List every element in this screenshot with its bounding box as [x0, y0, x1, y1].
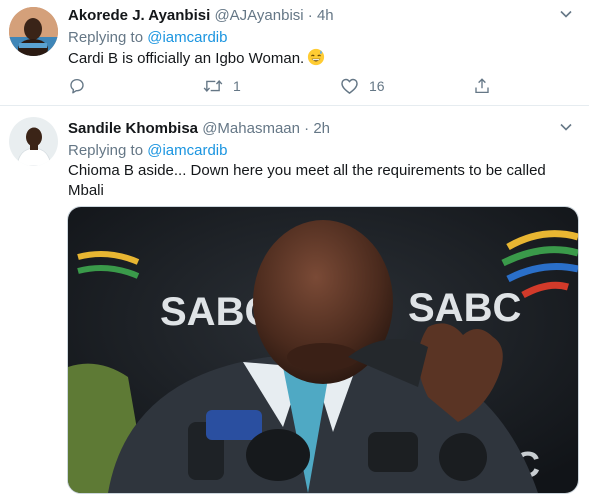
- tweet-text-line: Mbali: [68, 182, 104, 199]
- tweet-text-content: Cardi B is officially an Igbo Woman.: [68, 50, 305, 67]
- avatar[interactable]: [9, 7, 58, 56]
- tweet-text: Cardi B is officially an Igbo Woman.: [68, 48, 325, 69]
- share-icon: [475, 78, 489, 94]
- mention-link[interactable]: @iamcardib: [147, 142, 227, 159]
- tweet-media-image[interactable]: SABC SABC BC: [67, 206, 579, 494]
- sabc-logo-right: SABC: [408, 286, 521, 330]
- tweet-text-line: Chioma B aside... Down here you meet all…: [68, 162, 546, 179]
- reply-button[interactable]: [68, 75, 96, 97]
- user-handle[interactable]: @AJAyanbisi: [214, 7, 303, 24]
- display-name[interactable]: Akorede J. Ayanbisi: [68, 7, 210, 24]
- tweet-text: Chioma B aside... Down here you meet all…: [68, 161, 546, 201]
- chevron-down-icon[interactable]: [559, 7, 573, 21]
- retweet-button[interactable]: 1: [203, 75, 241, 97]
- timestamp[interactable]: 4h: [317, 7, 334, 24]
- replying-to: Replying to @iamcardib: [68, 29, 227, 46]
- tweet[interactable]: Akorede J. Ayanbisi @AJAyanbisi · 4h Rep…: [0, 0, 589, 106]
- replying-to: Replying to @iamcardib: [68, 142, 227, 159]
- mention-link[interactable]: @iamcardib: [147, 29, 227, 46]
- like-count: 16: [369, 78, 385, 94]
- separator-dot: ·: [307, 7, 313, 24]
- retweet-count: 1: [233, 78, 241, 94]
- like-button[interactable]: 16: [340, 75, 385, 97]
- replying-to-label: Replying to: [68, 29, 148, 46]
- user-handle[interactable]: @Mahasmaan: [202, 120, 300, 137]
- heart-icon: [341, 78, 358, 94]
- replying-to-label: Replying to: [68, 142, 148, 159]
- chevron-down-icon[interactable]: [559, 120, 573, 134]
- press-conference-photo: SABC SABC BC: [68, 207, 578, 493]
- separator-dot: ·: [304, 120, 310, 137]
- avatar[interactable]: [9, 117, 58, 166]
- grinning-sweat-emoji-icon: [308, 48, 325, 66]
- tweet-header: Sandile Khombisa @Mahasmaan · 2h: [68, 120, 330, 137]
- retweet-icon: [203, 79, 223, 93]
- tweet-header: Akorede J. Ayanbisi @AJAyanbisi · 4h: [68, 7, 334, 24]
- timestamp[interactable]: 2h: [313, 120, 330, 137]
- reply-icon: [70, 78, 84, 94]
- display-name[interactable]: Sandile Khombisa: [68, 120, 198, 137]
- share-button[interactable]: [473, 75, 491, 97]
- tweet-actions: 1 16: [68, 75, 498, 97]
